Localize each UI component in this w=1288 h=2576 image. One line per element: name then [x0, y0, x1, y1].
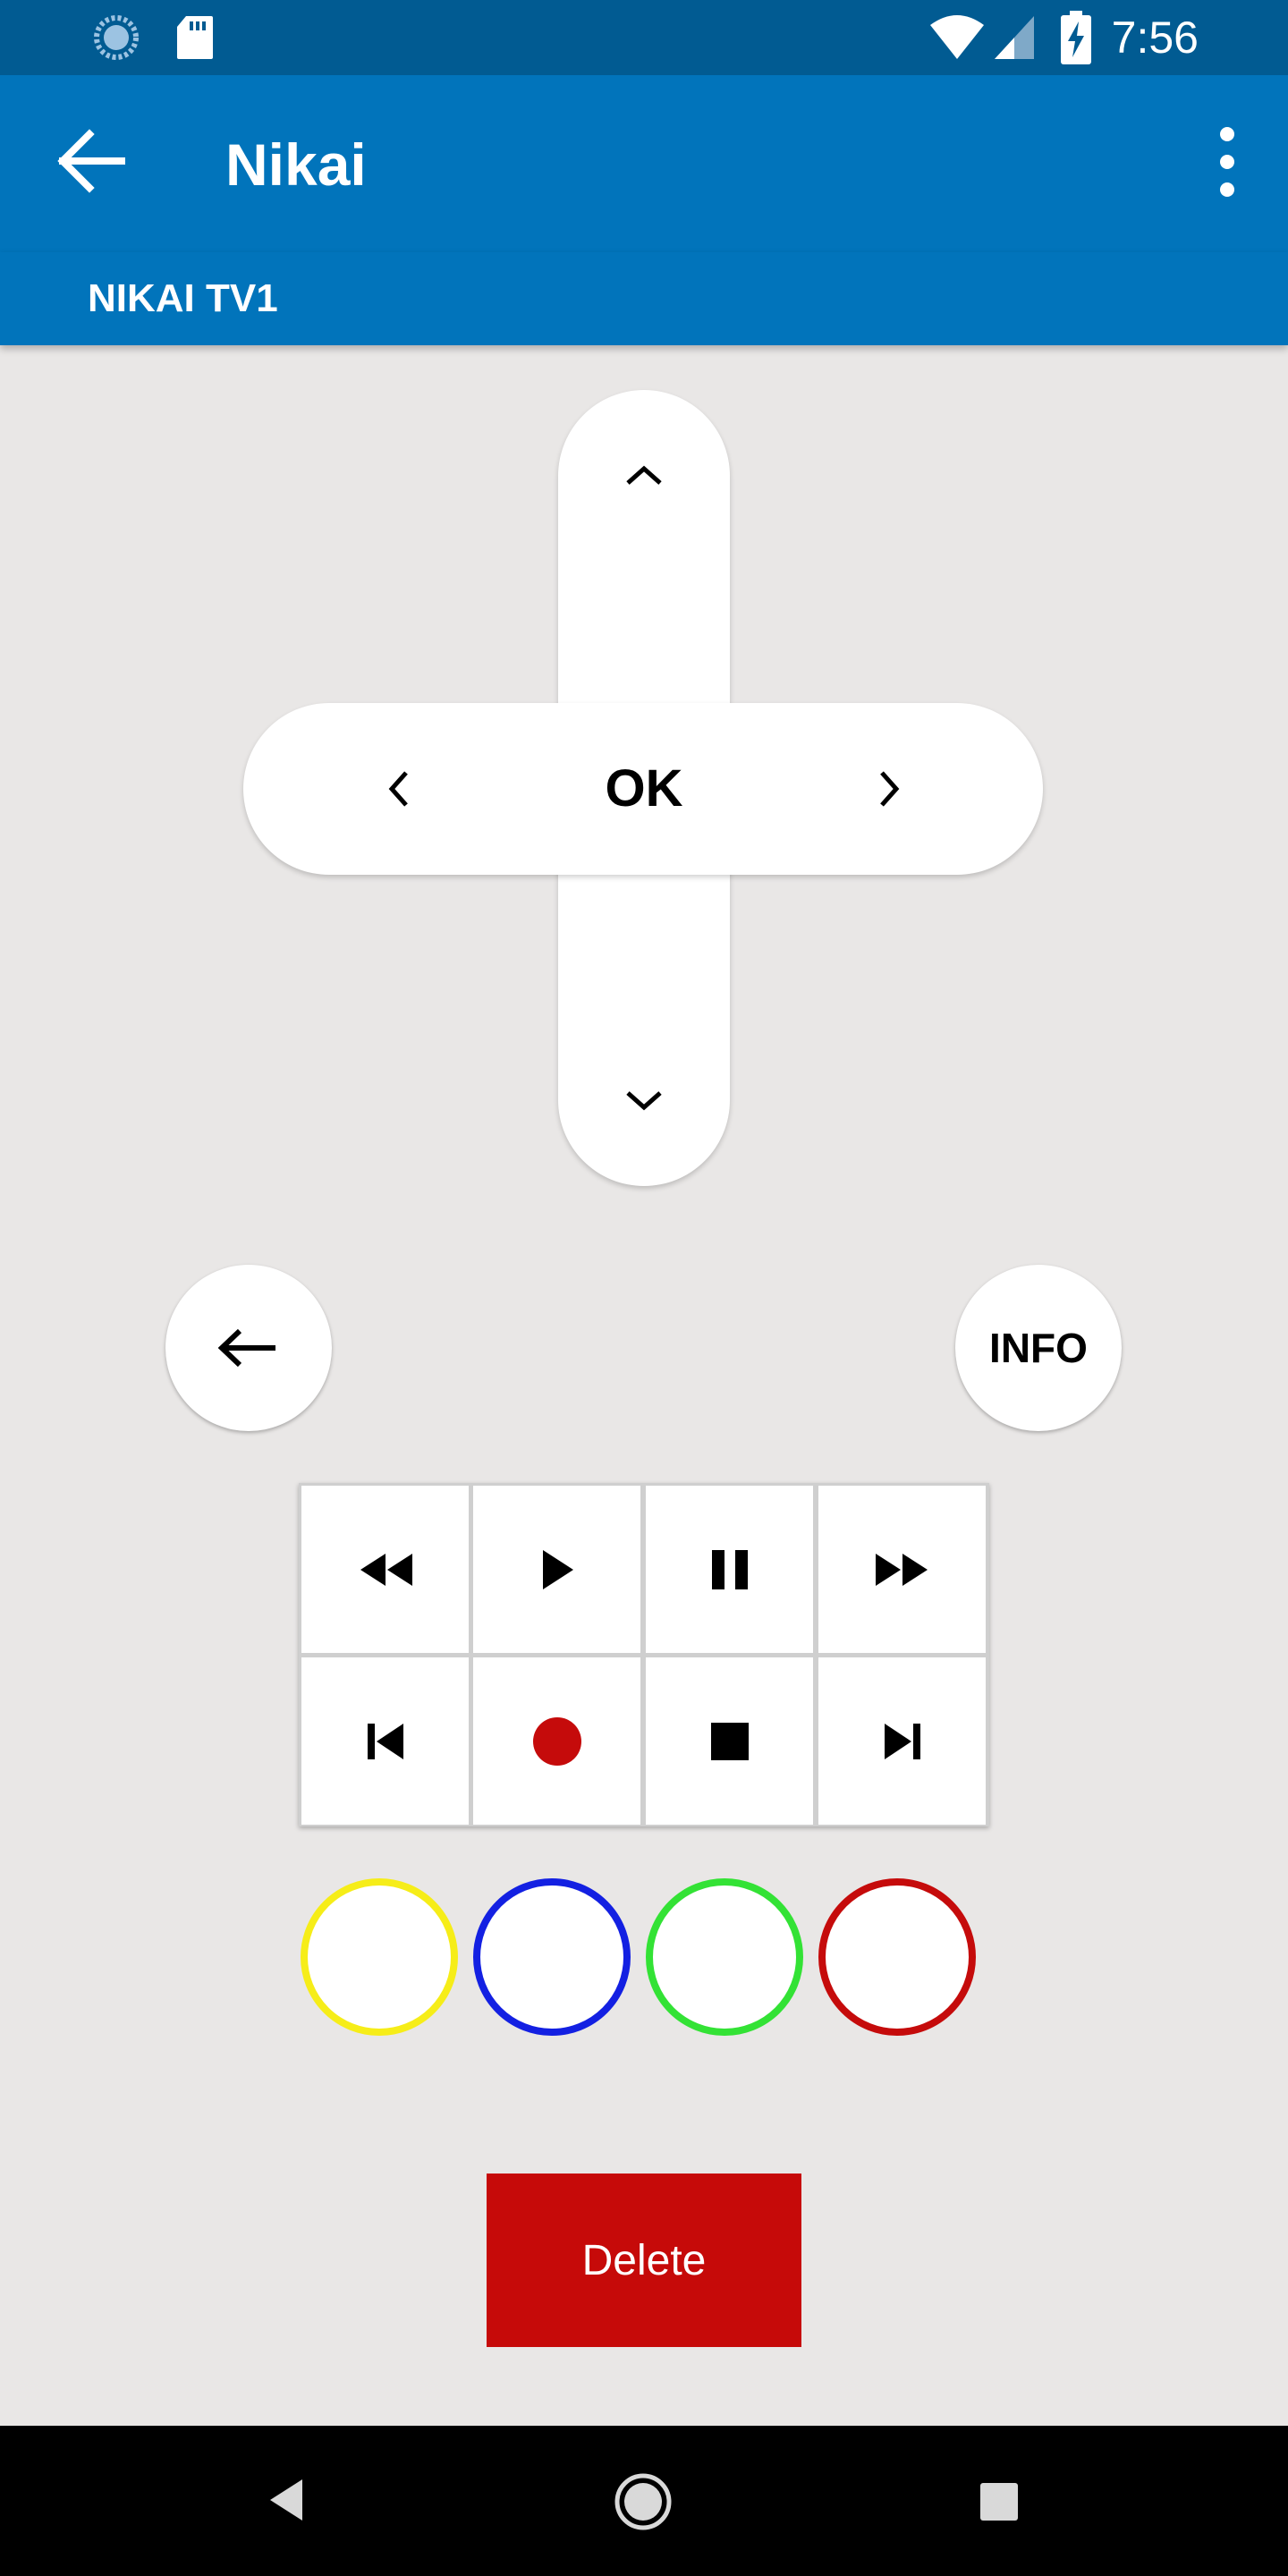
sync-icon	[94, 15, 139, 60]
red-button[interactable]	[818, 1878, 976, 2036]
play-icon	[542, 1549, 573, 1589]
page-title: Nikai	[225, 131, 367, 198]
info-label: INFO	[989, 1325, 1088, 1371]
dpad-up-button[interactable]	[558, 390, 730, 560]
nav-home-icon[interactable]	[614, 2472, 673, 2531]
delete-button[interactable]: Delete	[487, 2174, 801, 2347]
sd-card-icon	[177, 16, 213, 59]
chevron-left-icon	[388, 771, 408, 807]
skip-previous-icon	[367, 1723, 403, 1759]
fast-forward-icon	[875, 1553, 928, 1586]
delete-label: Delete	[581, 2236, 707, 2284]
nav-recents-icon[interactable]	[979, 2481, 1020, 2522]
chevron-up-icon	[626, 465, 662, 485]
device-header: NIKAI TV1	[0, 252, 1288, 345]
app-bar: Nikai	[0, 75, 1288, 252]
navigation-bar	[0, 2426, 1288, 2576]
wifi-icon	[930, 15, 984, 59]
skip-next-icon	[884, 1723, 920, 1759]
stop-icon	[710, 1722, 749, 1760]
signal-icon	[995, 16, 1034, 59]
media-controls	[299, 1483, 989, 1826]
remote-back-button[interactable]	[165, 1265, 332, 1431]
battery-charging-icon	[1061, 11, 1091, 64]
stop-button[interactable]	[646, 1657, 813, 1825]
chevron-down-icon	[626, 1091, 662, 1111]
rewind-button[interactable]	[301, 1486, 469, 1653]
rewind-icon	[360, 1553, 412, 1586]
info-button[interactable]: INFO	[955, 1265, 1122, 1431]
dpad-down-button[interactable]	[558, 1016, 730, 1186]
pause-icon	[711, 1549, 748, 1589]
device-label: NIKAI TV1	[88, 276, 278, 320]
dpad-right-button[interactable]	[805, 703, 975, 875]
dpad-left-button[interactable]	[313, 703, 483, 875]
green-button[interactable]	[646, 1878, 803, 2036]
fast-forward-button[interactable]	[818, 1486, 986, 1653]
blue-button[interactable]	[473, 1878, 631, 2036]
back-arrow-icon[interactable]	[50, 116, 140, 206]
status-bar: 7:56	[0, 0, 1288, 75]
chevron-right-icon	[880, 771, 900, 807]
play-button[interactable]	[473, 1486, 640, 1653]
pause-button[interactable]	[646, 1486, 813, 1653]
ok-button[interactable]: OK	[558, 703, 730, 875]
previous-button[interactable]	[301, 1657, 469, 1825]
next-button[interactable]	[818, 1657, 986, 1825]
back-arrow-icon	[217, 1328, 275, 1368]
nav-back-icon[interactable]	[265, 2476, 308, 2524]
status-time: 7:56	[1111, 13, 1199, 63]
record-button[interactable]	[473, 1657, 640, 1825]
more-options-icon[interactable]	[1191, 113, 1263, 211]
yellow-button[interactable]	[301, 1878, 458, 2036]
record-icon	[532, 1716, 581, 1766]
